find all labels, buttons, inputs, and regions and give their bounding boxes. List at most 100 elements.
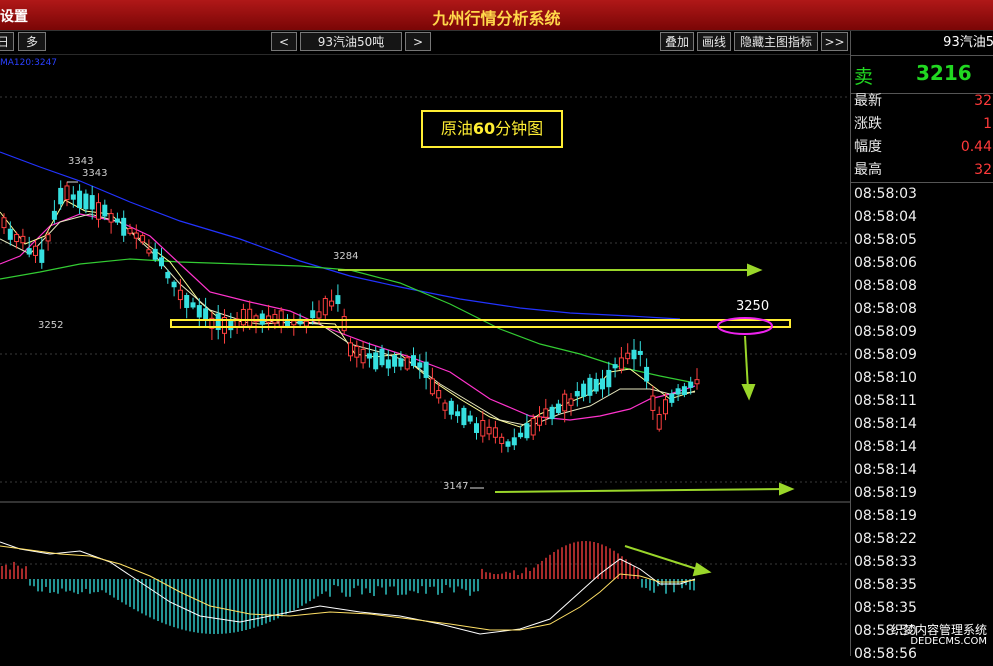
candle-body: [574, 391, 580, 397]
watermark-line2: DEDECMS.COM: [910, 636, 987, 647]
tick-time: 08:58:14: [854, 462, 917, 478]
price-label-low: 3147: [443, 481, 469, 492]
candle-body: [58, 187, 64, 205]
candle-body: [140, 235, 146, 243]
ma120-legend: MA120:3247: [0, 58, 58, 68]
candle-body: [348, 342, 353, 357]
more-button[interactable]: >>: [821, 32, 848, 51]
quote-value: 32: [974, 93, 992, 109]
quote-symbol: 93汽油5: [943, 35, 993, 50]
annotation-bold: 60: [472, 119, 496, 138]
candle-body: [310, 310, 316, 319]
candle-body: [146, 249, 152, 254]
tick-time: 08:58:09: [854, 347, 917, 363]
candle-body: [203, 308, 209, 320]
candle-body: [442, 402, 448, 411]
tick-time: 08:58:03: [854, 186, 917, 202]
hide-indicator-button[interactable]: 隐藏主图指标: [734, 32, 818, 51]
candle-body: [448, 400, 454, 415]
tick-time: 08:58:22: [854, 531, 917, 547]
candle-body: [20, 235, 26, 244]
quote-label: 涨跌: [854, 116, 882, 132]
candle-body: [190, 302, 196, 308]
chart-annotation: 原油60分钟图: [421, 110, 563, 148]
tick-time: 08:58:35: [854, 577, 917, 593]
sell-label: 卖: [854, 66, 874, 88]
resistance-arrow-head: [747, 263, 763, 277]
quote-value: 1: [983, 116, 992, 132]
candle-body: [354, 345, 360, 358]
tick-time: 08:58:35: [854, 600, 917, 616]
overlay-button[interactable]: 叠加: [660, 32, 694, 51]
app-title: 九州行情分析系统: [432, 9, 561, 28]
candle-body: [1, 217, 7, 229]
candle-body: [606, 369, 612, 388]
quote-row-high: 最高 32: [851, 159, 993, 182]
candle-body: [618, 357, 624, 370]
price-label-3284: 3284: [333, 251, 359, 262]
candle-body: [675, 388, 681, 395]
tick-time-list[interactable]: 08:58:03 08:58:04 08:58:05 08:58:06 08:58:08…: [851, 182, 993, 666]
tick-time: 08:58:04: [854, 209, 917, 225]
candle-body: [108, 213, 114, 223]
candle-body: [467, 415, 473, 422]
candle-body: [568, 398, 574, 406]
candle-body: [360, 348, 366, 364]
candle-body: [644, 366, 650, 382]
candle-body: [366, 353, 372, 359]
quote-value: 32: [974, 162, 992, 178]
candle-body: [392, 355, 398, 367]
candle-body: [177, 289, 183, 301]
tick-time: 08:58:19: [854, 485, 917, 501]
candle-body: [39, 249, 45, 263]
candle-body: [102, 204, 108, 217]
level-label-3250: 3250: [736, 299, 770, 314]
candle-body: [612, 364, 618, 369]
candle-body: [291, 320, 297, 326]
candle-body: [587, 377, 593, 396]
draw-line-button[interactable]: 画线: [697, 32, 731, 51]
dif-line: [0, 541, 696, 635]
candle-body: [77, 190, 83, 209]
support-arrow-head: [779, 482, 795, 496]
candle-body: [152, 248, 158, 260]
multi-button[interactable]: 多: [18, 32, 46, 51]
chart-toolbar: 日 多 < 93汽油50吨 > 叠加 画线 隐藏主图指标 >>: [0, 31, 850, 54]
candle-body: [688, 381, 694, 388]
candle-body: [385, 359, 391, 369]
candle-body: [656, 413, 662, 430]
candle-body: [114, 218, 120, 223]
tick-time: 08:58:14: [854, 439, 917, 455]
candle-body: [33, 245, 38, 256]
prev-symbol-button[interactable]: <: [271, 32, 297, 51]
candles-group: [1, 180, 700, 453]
candle-body: [455, 411, 461, 417]
candle-body: [669, 393, 675, 403]
next-symbol-button[interactable]: >: [405, 32, 431, 51]
candle-body: [600, 378, 605, 390]
sell-row: 卖 3216: [851, 55, 993, 94]
quote-label: 幅度: [854, 139, 882, 155]
dea-line: [0, 545, 696, 631]
price-label-high: 3343: [68, 156, 94, 167]
tick-time: 08:58:19: [854, 508, 917, 524]
price-label-high-marker: 3343: [82, 168, 108, 179]
divergence-arrow-head: [692, 562, 712, 577]
tick-time: 08:58:11: [854, 393, 917, 409]
candle-body: [631, 349, 637, 360]
quote-label: 最新: [854, 93, 882, 109]
candle-body: [240, 308, 246, 326]
candle-body: [423, 361, 429, 378]
tick-time: 08:58:33: [854, 554, 917, 570]
candle-body: [429, 378, 435, 395]
candle-body: [593, 378, 599, 392]
candle-body: [7, 228, 13, 240]
symbol-selector[interactable]: 93汽油50吨: [300, 32, 402, 51]
macd-histogram: [1, 541, 695, 634]
candle-body: [694, 379, 700, 385]
candle-body: [335, 295, 341, 305]
candle-body: [228, 319, 234, 331]
candle-body: [411, 355, 416, 366]
tick-time: 08:58:10: [854, 370, 917, 386]
period-button[interactable]: 日: [0, 32, 14, 51]
